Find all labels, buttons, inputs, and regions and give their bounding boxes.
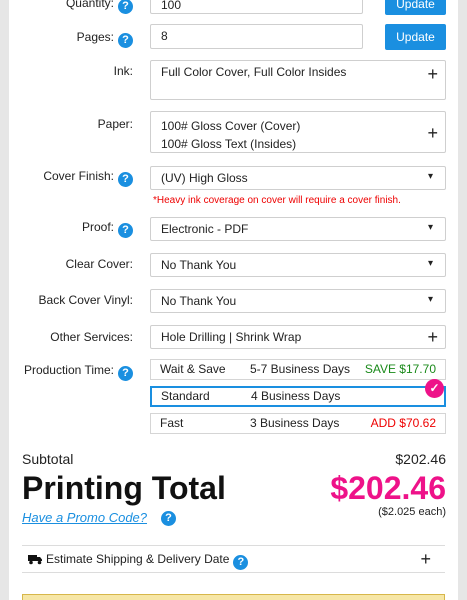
cover-finish-note: *Heavy ink coverage on cover will requir… (153, 195, 401, 206)
production-time-row: Production Time:? Wait & Save 5-7 Busine… (9, 359, 458, 435)
help-icon[interactable]: ? (118, 33, 133, 48)
plus-icon: + (427, 64, 438, 84)
proof-value: Electronic - PDF (161, 222, 249, 236)
help-icon[interactable]: ? (161, 511, 176, 526)
cover-finish-select[interactable]: (UV) High Gloss ▾ (150, 166, 446, 190)
help-icon[interactable]: ? (118, 366, 133, 381)
proof-select[interactable]: Electronic - PDF ▾ (150, 217, 446, 241)
estimate-shipping-label: Estimate Shipping & Delivery Date? (46, 546, 249, 573)
caret-down-icon: ▾ (427, 222, 433, 233)
back-cover-vinyl-label: Back Cover Vinyl: (38, 293, 133, 307)
cover-finish-row: Cover Finish:? (UV) High Gloss ▾ *Heavy … (9, 166, 458, 206)
caret-down-icon: ▾ (427, 171, 433, 182)
back-cover-vinyl-value: No Thank You (161, 294, 237, 308)
cover-finish-label: Cover Finish: (43, 169, 114, 183)
cover-finish-label-wrap: Cover Finish:? (43, 169, 133, 187)
option-days: 3 Business Days (250, 416, 340, 430)
other-services-label: Other Services: (50, 330, 133, 344)
paper-label: Paper: (97, 117, 133, 131)
proof-label: Proof: (81, 220, 114, 234)
subtotal-value: $202.46 (395, 451, 446, 467)
clear-cover-row: Clear Cover: No Thank You ▾ (9, 253, 458, 277)
update-quantity-button[interactable]: Update (385, 0, 446, 15)
ink-value: Full Color Cover, Full Color Insides (161, 65, 347, 79)
paper-insides-value: 100# Gloss Text (Insides) (161, 137, 297, 151)
plus-icon: + (427, 123, 438, 143)
caret-down-icon: ▾ (427, 294, 433, 305)
pages-row: Pages:? 8 Update (9, 24, 458, 50)
help-icon[interactable]: ? (118, 172, 133, 187)
update-pages-button[interactable]: Update (385, 24, 446, 50)
help-icon[interactable]: ? (118, 0, 133, 14)
pages-label: Pages: (76, 30, 114, 44)
notice-banner (22, 594, 445, 600)
paper-cover-value: 100# Gloss Cover (Cover) (161, 119, 301, 133)
other-services-value: Hole Drilling | Shrink Wrap (161, 330, 302, 344)
printing-total-label: Printing Total (22, 470, 226, 506)
estimate-shipping-toggle[interactable]: Estimate Shipping & Delivery Date? + (22, 545, 445, 573)
other-services-select[interactable]: Hole Drilling | Shrink Wrap + (150, 325, 446, 349)
help-icon[interactable]: ? (233, 555, 249, 570)
promo-code-link[interactable]: Have a Promo Code? (22, 510, 147, 525)
quantity-input[interactable]: 100 (150, 0, 363, 14)
option-name: Wait & Save (160, 362, 226, 376)
production-option-fast[interactable]: Fast 3 Business Days ADD $70.62 (150, 413, 446, 434)
option-days: 5-7 Business Days (250, 362, 351, 376)
quantity-label-wrap: Quantity:? (66, 0, 133, 14)
clear-cover-label: Clear Cover: (65, 257, 133, 271)
price-per-each: ($2.025 each) (378, 506, 446, 518)
printing-total-value: $202.46 (330, 470, 446, 506)
production-option-standard[interactable]: Standard 4 Business Days ✓ (150, 379, 446, 407)
option-days: 4 Business Days (251, 389, 341, 403)
quantity-row: Quantity:? 100 Update (9, 0, 458, 16)
option-name: Standard (161, 389, 210, 403)
back-cover-vinyl-select[interactable]: No Thank You ▾ (150, 289, 446, 313)
subtotal-label: Subtotal (22, 451, 74, 467)
truck-icon (28, 547, 43, 574)
caret-down-icon: ▾ (427, 258, 433, 269)
order-form-card: Quantity:? 100 Update Pages:? 8 Update I… (9, 0, 458, 600)
option-price: ADD $70.62 (370, 416, 436, 430)
help-icon[interactable]: ? (118, 223, 133, 238)
promo-code-text: Have a Promo Code? (22, 510, 148, 525)
ink-select[interactable]: Full Color Cover, Full Color Insides + (150, 60, 446, 100)
production-time-label: Production Time: (23, 363, 114, 377)
proof-row: Proof:? Electronic - PDF ▾ (9, 217, 458, 241)
paper-row: Paper: 100# Gloss Cover (Cover) 100# Glo… (9, 111, 458, 153)
cover-finish-value: (UV) High Gloss (161, 171, 248, 185)
production-time-label-wrap: Production Time:? (24, 363, 133, 381)
checkmark-icon: ✓ (425, 379, 444, 398)
quantity-label: Quantity: (65, 0, 114, 10)
clear-cover-select[interactable]: No Thank You ▾ (150, 253, 446, 277)
clear-cover-value: No Thank You (161, 258, 237, 272)
option-price: SAVE $17.70 (364, 362, 436, 376)
option-name: Fast (160, 416, 184, 430)
ink-label: Ink: (113, 64, 133, 78)
pages-label-wrap: Pages:? (77, 30, 133, 48)
plus-icon: + (427, 327, 438, 347)
back-cover-vinyl-row: Back Cover Vinyl: No Thank You ▾ (9, 289, 458, 313)
ink-row: Ink: Full Color Cover, Full Color Inside… (9, 60, 458, 100)
paper-select[interactable]: 100# Gloss Cover (Cover) 100# Gloss Text… (150, 111, 446, 153)
production-option-wait-save[interactable]: Wait & Save 5-7 Business Days SAVE $17.7… (150, 359, 446, 380)
expand-plus-icon: + (420, 549, 431, 569)
proof-label-wrap: Proof:? (82, 220, 133, 238)
other-services-row: Other Services: Hole Drilling | Shrink W… (9, 325, 458, 349)
pages-input[interactable]: 8 (150, 24, 363, 49)
